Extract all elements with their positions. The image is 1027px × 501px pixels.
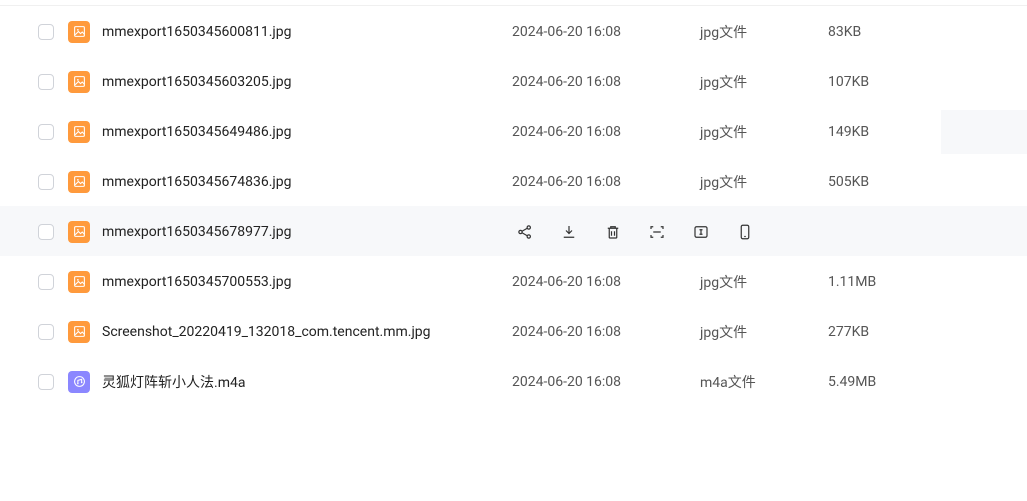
file-size: 1.11MB [828,274,1027,290]
share-icon[interactable] [516,223,534,241]
image-file-icon [68,321,90,343]
table-row[interactable]: 灵狐灯阵斩小人法.m4a 2024-06-20 16:08m4a文件5.49MB [0,356,1027,406]
mobile-icon[interactable] [736,223,754,241]
download-icon[interactable] [560,223,578,241]
row-checkbox[interactable] [38,24,54,40]
file-name[interactable]: mmexport1650345603205.jpg [102,74,292,90]
file-type: jpg文件 [700,172,828,192]
row-checkbox[interactable] [38,74,54,90]
file-name[interactable]: mmexport1650345674836.jpg [102,174,292,190]
scan-icon[interactable] [648,223,666,241]
file-size: 5.49MB [828,374,1027,390]
file-table: mmexport1650345600811.jpg 2024-06-20 16:0… [0,0,1027,406]
file-date: 2024-06-20 16:08 [512,174,700,190]
file-type: jpg文件 [700,322,828,342]
file-name[interactable]: mmexport1650345649486.jpg [102,124,292,140]
file-date: 2024-06-20 16:08 [512,274,700,290]
row-checkbox[interactable] [38,324,54,340]
file-name[interactable]: mmexport1650345678977.jpg [102,224,292,240]
file-type: jpg文件 [700,72,828,92]
file-type: jpg文件 [700,22,828,42]
file-size: 505KB [828,174,1027,190]
file-date: 2024-06-20 16:08 [512,74,700,90]
row-checkbox[interactable] [38,374,54,390]
table-row[interactable]: mmexport1650345674836.jpg 2024-06-20 16:0… [0,156,1027,206]
file-type: jpg文件 [700,272,828,292]
image-file-icon [68,271,90,293]
image-file-icon [68,171,90,193]
row-checkbox[interactable] [38,174,54,190]
file-name[interactable]: mmexport1650345600811.jpg [102,24,292,40]
table-row[interactable]: mmexport1650345603205.jpg 2024-06-20 16:0… [0,56,1027,106]
image-file-icon [68,21,90,43]
row-actions [512,223,828,241]
row-checkbox[interactable] [38,274,54,290]
file-date: 2024-06-20 16:08 [512,124,700,140]
file-name[interactable]: mmexport1650345700553.jpg [102,274,292,290]
file-type: jpg文件 [700,122,828,142]
table-row[interactable]: mmexport1650345678977.jpg [0,206,1027,256]
file-name[interactable]: 灵狐灯阵斩小人法.m4a [102,372,245,392]
image-file-icon [68,121,90,143]
file-size: 277KB [828,324,1027,340]
file-date: 2024-06-20 16:08 [512,324,700,340]
file-name[interactable]: Screenshot_20220419_132018_com.tencent.m… [102,324,431,340]
image-file-icon [68,71,90,93]
audio-file-icon [68,371,90,393]
row-checkbox[interactable] [38,224,54,240]
table-row[interactable]: mmexport1650345700553.jpg 2024-06-20 16:0… [0,256,1027,306]
file-date: 2024-06-20 16:08 [512,374,700,390]
image-file-icon [68,221,90,243]
file-size: 107KB [828,74,1027,90]
delete-icon[interactable] [604,223,622,241]
file-date: 2024-06-20 16:08 [512,24,700,40]
file-type: m4a文件 [700,372,828,392]
file-size: 83KB [828,24,1027,40]
row-checkbox[interactable] [38,124,54,140]
table-row[interactable]: Screenshot_20220419_132018_com.tencent.m… [0,306,1027,356]
rename-icon[interactable] [692,223,710,241]
table-row[interactable]: mmexport1650345649486.jpg 2024-06-20 16:0… [0,106,1027,156]
side-highlight [941,110,1027,154]
table-row[interactable]: mmexport1650345600811.jpg 2024-06-20 16:0… [0,6,1027,56]
